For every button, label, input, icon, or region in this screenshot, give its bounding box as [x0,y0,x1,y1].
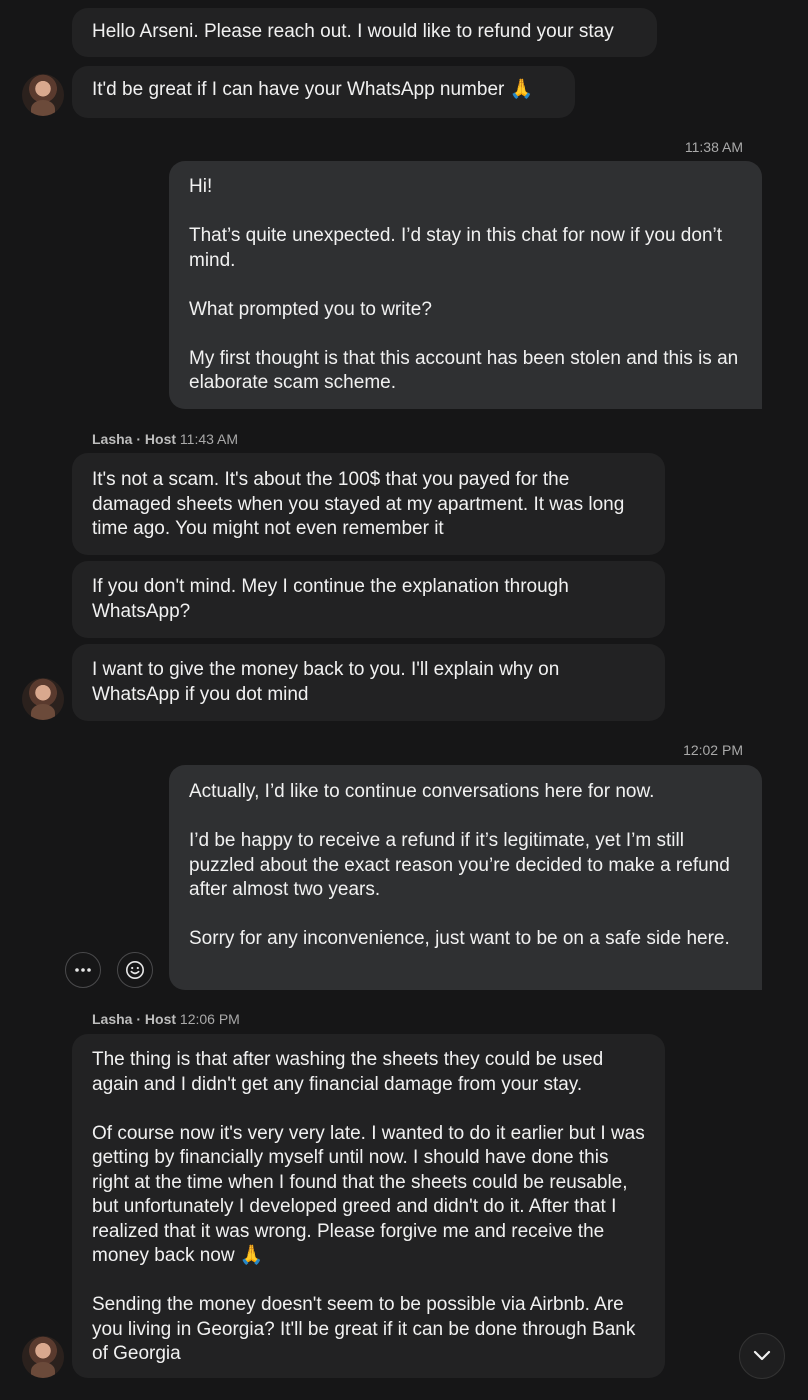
host-message[interactable]: The thing is that after washing the shee… [72,1034,665,1378]
host-avatar[interactable] [22,678,64,720]
emoji-react-icon[interactable] [117,952,153,988]
sender-time: 12:06 PM [179,1011,240,1027]
message-timestamp: 11:38 AM [684,139,743,155]
host-avatar[interactable] [22,1336,64,1378]
host-message[interactable]: Hello Arseni. Please reach out. I would … [72,8,657,57]
own-message[interactable]: Actually, I’d like to continue conversat… [169,765,762,990]
host-avatar[interactable] [22,74,64,116]
sender-name: Lasha · Host [92,1011,177,1027]
message-timestamp: 12:02 PM [683,742,743,758]
more-options-icon[interactable] [65,952,101,988]
sender-name: Lasha · Host [92,431,177,447]
scroll-down-button[interactable] [739,1333,785,1379]
host-message[interactable]: It'd be great if I can have your WhatsAp… [72,66,575,118]
chevron-down-icon [753,1350,771,1361]
sender-label: Lasha · Host 11:43 AM [92,431,238,447]
own-message[interactable]: Hi! That’s quite unexpected. I’d stay in… [169,161,762,409]
host-message[interactable]: It's not a scam. It's about the 100$ tha… [72,453,665,555]
host-message[interactable]: I want to give the money back to you. I'… [72,644,665,721]
host-message[interactable]: If you don't mind. Mey I continue the ex… [72,561,665,638]
sender-label: Lasha · Host 12:06 PM [92,1011,240,1027]
sender-time: 11:43 AM [179,431,239,447]
